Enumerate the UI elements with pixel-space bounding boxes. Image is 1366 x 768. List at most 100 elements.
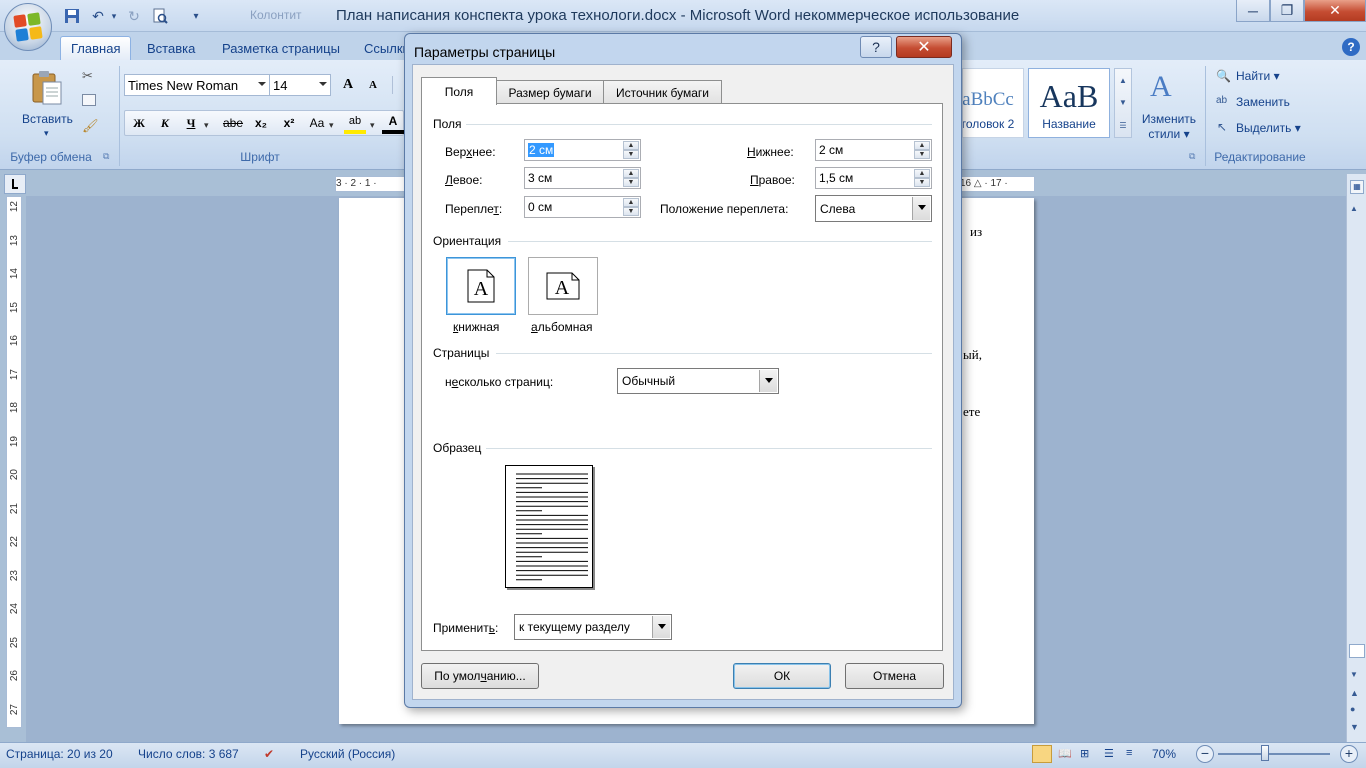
- vertical-ruler[interactable]: 12 13 14 15 16 17 18 19 20 21 22 23 24 25 26 27: [6, 196, 22, 728]
- subscript-button[interactable]: x₂: [250, 112, 272, 134]
- full-screen-reading-icon[interactable]: 📖: [1058, 747, 1072, 760]
- highlight-dropdown-icon[interactable]: ▾: [370, 120, 375, 131]
- strikethrough-button[interactable]: abe: [222, 112, 244, 134]
- dropdown-arrow-icon[interactable]: [912, 197, 930, 220]
- help-icon[interactable]: ?: [1342, 38, 1360, 56]
- tab-paper-size[interactable]: Размер бумаги: [496, 80, 604, 104]
- landscape-option[interactable]: A: [528, 257, 598, 315]
- zoom-slider-thumb[interactable]: [1261, 745, 1270, 761]
- tab-references[interactable]: Ссылки: [354, 36, 404, 60]
- office-button[interactable]: [4, 3, 52, 51]
- spin-down-icon[interactable]: ▼: [914, 178, 930, 187]
- minimize-button[interactable]: ─: [1236, 0, 1270, 22]
- gutter-position-select[interactable]: Слева: [815, 195, 932, 222]
- maximize-button[interactable]: ❐: [1270, 0, 1304, 22]
- underline-dropdown-icon[interactable]: ▾: [204, 120, 209, 131]
- vertical-scrollbar[interactable]: ▦ ▲ ▼ ▲ ● ▼: [1346, 174, 1366, 742]
- portrait-option[interactable]: A: [446, 257, 516, 315]
- save-icon[interactable]: [62, 6, 82, 26]
- dialog-help-button[interactable]: ?: [860, 36, 892, 58]
- print-layout-view-icon[interactable]: [1032, 745, 1052, 763]
- paste-dropdown-icon[interactable]: ▾: [44, 128, 49, 139]
- superscript-button[interactable]: x²: [278, 112, 300, 134]
- tab-insert[interactable]: Вставка: [137, 36, 205, 60]
- spin-up-icon[interactable]: ▲: [623, 198, 639, 207]
- previous-page-icon[interactable]: ▲: [1350, 688, 1359, 698]
- set-default-button[interactable]: По умол ч анию...: [421, 663, 539, 689]
- paste-button[interactable]: Вставить: [22, 112, 73, 126]
- change-case-button[interactable]: Aa: [306, 112, 328, 134]
- clear-format-icon[interactable]: [392, 76, 404, 94]
- top-margin-input[interactable]: 2 см ▲ ▼: [524, 139, 641, 161]
- spin-up-icon[interactable]: ▲: [914, 141, 930, 150]
- dropdown-arrow-icon[interactable]: [759, 370, 777, 392]
- scroll-down-icon[interactable]: ▼: [1350, 670, 1358, 679]
- tab-margins[interactable]: Поля: [421, 77, 497, 105]
- word-count[interactable]: Число слов: 3 687: [138, 747, 239, 761]
- font-color-button[interactable]: A: [382, 112, 404, 134]
- ruler-toggle-icon[interactable]: ▦: [1350, 180, 1364, 194]
- print-preview-icon[interactable]: [150, 6, 170, 26]
- spin-up-icon[interactable]: ▲: [623, 141, 639, 150]
- styles-up-icon[interactable]: ▲: [1119, 76, 1127, 85]
- font-name-select[interactable]: Times New Roman: [124, 74, 270, 96]
- find-button[interactable]: Найти ▾: [1236, 69, 1280, 83]
- language-indicator[interactable]: Русский (Россия): [300, 747, 395, 761]
- undo-dropdown-icon[interactable]: ▾: [108, 6, 120, 26]
- left-margin-input[interactable]: 3 см ▲ ▼: [524, 167, 641, 189]
- font-size-select[interactable]: 14: [269, 74, 331, 96]
- styles-scroll[interactable]: ▲ ▼ ☰: [1114, 68, 1132, 138]
- bottom-margin-input[interactable]: 2 см ▲ ▼: [815, 139, 932, 161]
- zoom-in-button[interactable]: +: [1340, 745, 1358, 763]
- spin-down-icon[interactable]: ▼: [623, 150, 639, 159]
- change-case-dropdown-icon[interactable]: ▾: [329, 120, 334, 131]
- spin-up-icon[interactable]: ▲: [623, 169, 639, 178]
- draft-view-icon[interactable]: ≡: [1126, 747, 1132, 759]
- gutter-input[interactable]: 0 см ▲ ▼: [524, 196, 641, 218]
- bold-button[interactable]: Ж: [128, 112, 150, 134]
- dropdown-arrow-icon[interactable]: [652, 616, 670, 638]
- zoom-level[interactable]: 70%: [1152, 747, 1176, 761]
- cut-icon[interactable]: ✂: [82, 68, 93, 84]
- zoom-slider-track[interactable]: [1218, 753, 1330, 755]
- outline-view-icon[interactable]: ☰: [1104, 747, 1114, 760]
- dialog-close-button[interactable]: ✕: [896, 36, 952, 58]
- next-page-icon[interactable]: ▼: [1350, 722, 1359, 732]
- styles-launcher-icon[interactable]: ⧉: [1189, 151, 1195, 162]
- change-styles-icon[interactable]: A: [1150, 70, 1172, 104]
- replace-button[interactable]: Заменить: [1236, 95, 1290, 109]
- scroll-thumb[interactable]: [1349, 644, 1365, 658]
- style-heading2[interactable]: aBbCc головок 2: [962, 68, 1024, 138]
- apply-to-select[interactable]: к текущему разделу: [514, 614, 672, 640]
- paste-icon[interactable]: [30, 70, 64, 106]
- close-window-button[interactable]: ✕: [1304, 0, 1366, 22]
- clipboard-launcher-icon[interactable]: ⧉: [103, 151, 109, 162]
- cancel-button[interactable]: Отмена: [845, 663, 944, 689]
- web-layout-icon[interactable]: ⊞: [1080, 747, 1089, 760]
- format-painter-icon[interactable]: 🖌: [82, 118, 99, 134]
- spin-down-icon[interactable]: ▼: [623, 207, 639, 216]
- tab-page-layout[interactable]: Разметка страницы: [212, 36, 350, 60]
- ok-button[interactable]: ОК: [733, 663, 831, 689]
- shrink-font-button[interactable]: A: [362, 74, 384, 96]
- style-title[interactable]: AaB Название: [1028, 68, 1110, 138]
- tab-selector[interactable]: [4, 174, 26, 194]
- highlight-button[interactable]: ab: [344, 112, 366, 134]
- undo-icon[interactable]: ↶: [88, 6, 108, 26]
- scroll-up-icon[interactable]: ▲: [1350, 204, 1358, 213]
- redo-icon[interactable]: ↻: [124, 6, 144, 26]
- right-margin-input[interactable]: 1,5 см ▲ ▼: [815, 167, 932, 189]
- spin-down-icon[interactable]: ▼: [914, 150, 930, 159]
- select-button[interactable]: Выделить ▾: [1236, 121, 1301, 135]
- customize-toolbar-icon[interactable]: ▾: [186, 6, 206, 26]
- multiple-pages-select[interactable]: Обычный: [617, 368, 779, 394]
- tab-home[interactable]: Главная: [60, 36, 132, 60]
- spin-down-icon[interactable]: ▼: [623, 178, 639, 187]
- underline-button[interactable]: Ч: [180, 112, 202, 134]
- change-styles-button[interactable]: Изменить стили ▾: [1138, 112, 1200, 142]
- styles-down-icon[interactable]: ▼: [1119, 98, 1127, 107]
- browse-object-icon[interactable]: ●: [1350, 704, 1355, 714]
- styles-more-icon[interactable]: ☰: [1119, 121, 1126, 130]
- grow-font-button[interactable]: A: [337, 74, 359, 96]
- copy-icon[interactable]: [82, 94, 96, 106]
